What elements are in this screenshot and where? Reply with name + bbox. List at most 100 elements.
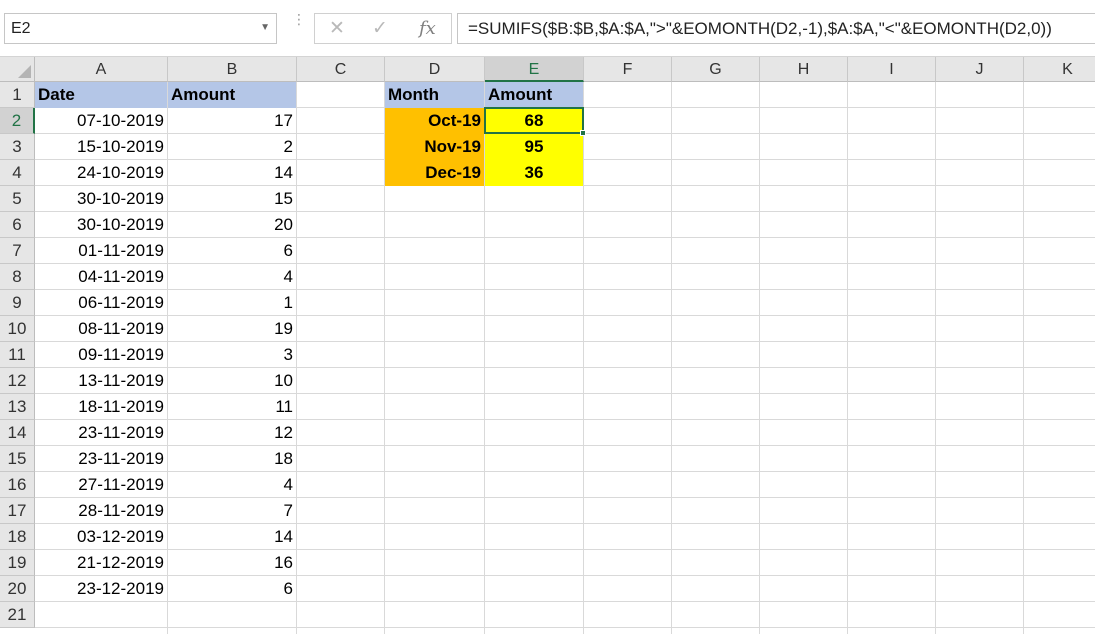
close-icon[interactable]: ✕	[329, 17, 345, 39]
row-header-10[interactable]: 10	[0, 316, 35, 342]
cell-d3[interactable]: Nov-19	[385, 134, 484, 160]
cell-a9[interactable]: 06-11-2019	[35, 290, 167, 316]
cell-a19[interactable]: 21-12-2019	[35, 550, 167, 576]
cell-a4[interactable]: 24-10-2019	[35, 160, 167, 186]
drag-handle-icon[interactable]: ⋮	[292, 13, 306, 27]
row-header-9[interactable]: 9	[0, 290, 35, 316]
column-header-c[interactable]: C	[297, 57, 385, 82]
cell-b15[interactable]: 18	[168, 446, 296, 472]
check-icon[interactable]: ✓	[372, 17, 388, 39]
row-header-14[interactable]: 14	[0, 420, 35, 446]
cell-b5[interactable]: 15	[168, 186, 296, 212]
cell-b10[interactable]: 19	[168, 316, 296, 342]
cell-a5[interactable]: 30-10-2019	[35, 186, 167, 212]
row-header-5[interactable]: 5	[0, 186, 35, 212]
fill-handle[interactable]	[580, 130, 586, 136]
formula-input[interactable]: =SUMIFS($B:$B,$A:$A,">"&EOMONTH(D2,-1),$…	[457, 13, 1095, 44]
cell-b1[interactable]: Amount	[168, 82, 296, 108]
cell-a1[interactable]: Date	[35, 82, 167, 108]
row-header-7[interactable]: 7	[0, 238, 35, 264]
row-header-6[interactable]: 6	[0, 212, 35, 238]
cell-a17[interactable]: 28-11-2019	[35, 498, 167, 524]
row-header-1[interactable]: 1	[0, 82, 35, 108]
column-header-b[interactable]: B	[168, 57, 297, 82]
row-header-21[interactable]: 21	[0, 602, 35, 628]
row-header-18[interactable]: 18	[0, 524, 35, 550]
cell-a15[interactable]: 23-11-2019	[35, 446, 167, 472]
row-header-19[interactable]: 19	[0, 550, 35, 576]
gridline	[759, 82, 760, 634]
cell-a3[interactable]: 15-10-2019	[35, 134, 167, 160]
cell-b14[interactable]: 12	[168, 420, 296, 446]
cell-b17[interactable]: 7	[168, 498, 296, 524]
row-header-13[interactable]: 13	[0, 394, 35, 420]
cell-a2[interactable]: 07-10-2019	[35, 108, 167, 134]
cell-a12[interactable]: 13-11-2019	[35, 368, 167, 394]
gridline	[671, 82, 672, 634]
row-header-11[interactable]: 11	[0, 342, 35, 368]
column-header-h[interactable]: H	[760, 57, 848, 82]
cell-b9[interactable]: 1	[168, 290, 296, 316]
cell-b7[interactable]: 6	[168, 238, 296, 264]
name-box-value: E2	[11, 20, 31, 37]
cell-e2[interactable]: 68	[485, 108, 583, 134]
column-header-d[interactable]: D	[385, 57, 485, 82]
cell-b8[interactable]: 4	[168, 264, 296, 290]
row-header-12[interactable]: 12	[0, 368, 35, 394]
cell-area[interactable]: Date Amount 07-10-2019 17 15-10-2019 2 24-10-2…	[0, 82, 1095, 634]
cell-d4[interactable]: Dec-19	[385, 160, 484, 186]
gridline	[296, 82, 297, 634]
cell-d1[interactable]: Month	[385, 82, 484, 108]
row-header-20[interactable]: 20	[0, 576, 35, 602]
formula-text: =SUMIFS($B:$B,$A:$A,">"&EOMONTH(D2,-1),$…	[468, 19, 1052, 38]
cell-a8[interactable]: 04-11-2019	[35, 264, 167, 290]
cell-a18[interactable]: 03-12-2019	[35, 524, 167, 550]
cell-b4[interactable]: 14	[168, 160, 296, 186]
cell-b19[interactable]: 16	[168, 550, 296, 576]
column-header-g[interactable]: G	[672, 57, 760, 82]
chevron-down-icon[interactable]: ▼	[260, 22, 270, 33]
row-header-4[interactable]: 4	[0, 160, 35, 186]
row-header-15[interactable]: 15	[0, 446, 35, 472]
formula-buttons: ✕ ✓ fx	[314, 13, 452, 44]
row-header-8[interactable]: 8	[0, 264, 35, 290]
cell-b16[interactable]: 4	[168, 472, 296, 498]
cell-e3[interactable]: 95	[485, 134, 583, 160]
column-header-i[interactable]: I	[848, 57, 936, 82]
fx-icon[interactable]: fx	[419, 18, 436, 39]
cell-b12[interactable]: 10	[168, 368, 296, 394]
gridline	[35, 627, 1095, 628]
cell-b13[interactable]: 11	[168, 394, 296, 420]
cell-e1[interactable]: Amount	[485, 82, 583, 108]
row-header-2[interactable]: 2	[0, 108, 35, 134]
cell-d2[interactable]: Oct-19	[385, 108, 484, 134]
cell-b2[interactable]: 17	[168, 108, 296, 134]
column-header-k[interactable]: K	[1024, 57, 1095, 82]
cell-a20[interactable]: 23-12-2019	[35, 576, 167, 602]
name-box[interactable]: E2 ▼	[4, 13, 277, 44]
cell-b20[interactable]: 6	[168, 576, 296, 602]
row-header-17[interactable]: 17	[0, 498, 35, 524]
select-all-button[interactable]	[0, 57, 35, 82]
cell-b11[interactable]: 3	[168, 342, 296, 368]
cell-a14[interactable]: 23-11-2019	[35, 420, 167, 446]
row-header-3[interactable]: 3	[0, 134, 35, 160]
column-header-f[interactable]: F	[584, 57, 672, 82]
column-header-j[interactable]: J	[936, 57, 1024, 82]
column-header-e[interactable]: E	[485, 57, 584, 82]
column-headers: ABCDEFGHIJK	[0, 57, 1095, 82]
cell-e4[interactable]: 36	[485, 160, 583, 186]
cell-b3[interactable]: 2	[168, 134, 296, 160]
gridline	[847, 82, 848, 634]
cell-a13[interactable]: 18-11-2019	[35, 394, 167, 420]
cell-a6[interactable]: 30-10-2019	[35, 212, 167, 238]
cell-a16[interactable]: 27-11-2019	[35, 472, 167, 498]
row-header-16[interactable]: 16	[0, 472, 35, 498]
gridline	[583, 82, 584, 634]
cell-b6[interactable]: 20	[168, 212, 296, 238]
cell-a10[interactable]: 08-11-2019	[35, 316, 167, 342]
column-header-a[interactable]: A	[35, 57, 168, 82]
cell-a11[interactable]: 09-11-2019	[35, 342, 167, 368]
cell-b18[interactable]: 14	[168, 524, 296, 550]
cell-a7[interactable]: 01-11-2019	[35, 238, 167, 264]
